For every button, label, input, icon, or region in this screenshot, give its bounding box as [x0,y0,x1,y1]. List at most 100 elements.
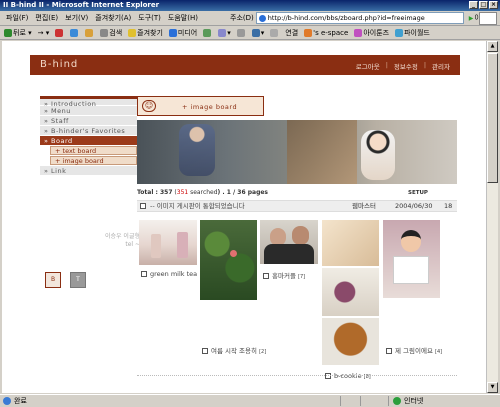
menu-help[interactable]: 도움말(H) [168,13,198,23]
ie-page-icon [258,15,266,22]
menu-view[interactable]: 보기(V) [65,13,88,23]
divider [137,375,457,376]
notice-author[interactable]: 웹마스터 [352,201,376,212]
scroll-thumb[interactable] [487,53,498,183]
scroll-down-icon[interactable]: ▼ [487,382,498,393]
search-button[interactable]: 검색 [100,28,122,38]
post-thumbnail-1[interactable] [139,220,197,265]
sidebar-item-introduction[interactable]: » Introduction [40,96,137,108]
divider [340,396,341,406]
link-itunes[interactable]: 아이툰즈 [354,28,389,38]
sidebar-item-board[interactable]: » Board [40,136,137,146]
post-thumbnail-4[interactable] [322,220,379,365]
divider [360,396,361,406]
banner-child-left [179,124,215,176]
post-checkbox[interactable] [202,348,208,354]
girl-head [401,230,421,252]
links-label: 연결 [285,28,299,37]
post-caption-1[interactable]: green milk tea [141,270,197,278]
post-caption-4[interactable]: b-cookie [8] [325,372,371,380]
board-title-tab: ☺ + image board [137,96,264,116]
home-icon[interactable] [85,28,94,37]
star-icon [128,28,137,37]
window-titlebar: II B-hind II - Microsoft Internet Explor… [0,0,500,11]
drawing-paper [393,256,429,284]
post-checkbox[interactable] [141,271,147,277]
b-button[interactable]: B [45,272,61,288]
media-button[interactable]: 미디어 [168,28,197,38]
scroll-up-icon[interactable]: ▲ [487,41,498,52]
person-right [292,226,309,245]
post-thumbnail-2[interactable] [200,220,257,300]
address-url: http://b-hind.com/bbs/zboard.php?id=free… [267,14,425,22]
link-espace[interactable]: 's e-space [304,28,348,37]
post-caption-5[interactable]: 제 그림이에요 [4] [386,345,442,355]
sidebar-item-link[interactable]: » Link [40,166,137,176]
internet-zone-icon [393,397,401,405]
address-label: 주소(D) [230,14,254,22]
mail-icon[interactable]: ▾ [218,28,231,37]
post-checkbox[interactable] [386,348,392,354]
windows-logo-icon [479,12,497,25]
print-icon[interactable] [236,28,246,37]
post-checkbox[interactable] [263,273,269,279]
site-logo[interactable]: B-hind [40,59,78,70]
sidebar-subitem-image-board[interactable]: + image board [50,156,137,165]
food-photo-1 [322,220,379,266]
post-caption-2[interactable]: 여름 시작 조용히 [2] [202,345,266,355]
notice-checkbox[interactable] [140,203,146,209]
history-icon[interactable] [203,28,212,37]
sidebar: » Introduction » Menu » Staff » B-hinder… [40,96,137,176]
minimize-button[interactable]: _ [469,1,478,9]
contact-line-2: tel ~ [125,241,140,248]
page-viewport: B-hind 로그아웃 | 정보수정 | 관리자 » Introduction … [2,41,486,393]
banner-child-right [361,130,395,180]
setup-link[interactable]: SETUP [408,190,428,196]
menu-edit[interactable]: 편집(E) [35,13,58,23]
edit-icon[interactable]: ▾ [251,28,264,37]
page-done-icon [3,397,11,405]
stop-icon[interactable] [55,28,64,37]
maximize-button[interactable]: □ [479,1,488,9]
logout-link[interactable]: 로그아웃 [356,61,380,71]
menu-tools[interactable]: 도구(T) [138,13,161,23]
board-title: + image board [182,103,238,111]
banner-image [137,120,457,184]
notice-hits: 18 [444,202,453,210]
menu-bar: 파일(F) 편집(E) 보기(V) 즐겨찾기(A) 도구(T) 도움말(H) 주… [0,11,500,26]
post-thumbnail-5[interactable] [383,220,440,298]
divider: | [385,61,388,69]
back-arrow-icon [4,28,12,37]
post-checkbox[interactable] [325,373,331,379]
refresh-icon[interactable] [70,28,79,37]
notice-subject[interactable]: -- 이미지 게시판이 통합되었습니다 [150,201,245,212]
edit-profile-link[interactable]: 정보수정 [394,61,418,71]
contact-info: 이승우 이글형 tel ~ [84,233,140,249]
t-button[interactable]: T [70,272,86,288]
notice-date: 2004/06/30 [395,202,433,210]
back-button[interactable]: 뒤로 ▾ [4,28,32,38]
tea-glass [177,232,188,258]
divider: | [423,61,427,69]
contact-line-1: 이승우 이글형 [104,233,140,240]
admin-link[interactable]: 관리자 [432,61,450,71]
search-icon [100,28,109,37]
sidebar-item-staff[interactable]: » Staff [40,116,137,126]
menu-file[interactable]: 파일(F) [6,13,28,23]
total-count: Total : 357 (351 searched) . 1 / 36 page… [137,189,269,196]
post-thumbnail-3[interactable] [260,220,318,264]
vertical-scrollbar[interactable]: ▲ ▼ [486,41,498,393]
sidebar-item-favorites[interactable]: » B-hinder's Favorites [40,126,137,136]
favorites-button[interactable]: 즐겨찾기 [128,28,163,38]
discuss-icon[interactable] [270,28,279,37]
post-caption-3[interactable]: 홍마커플 [7] [263,270,305,280]
sidebar-subitem-text-board[interactable]: + text board [50,146,137,155]
link-paiworld[interactable]: 파이월드 [395,28,430,38]
menu-favorites[interactable]: 즐겨찾기(A) [95,13,131,23]
close-button[interactable]: × [489,1,498,9]
address-input[interactable]: http://b-hind.com/bbs/zboard.php?id=free… [255,12,464,24]
notice-row[interactable]: -- 이미지 게시판이 통합되었습니다 웹마스터 2004/06/30 18 [137,200,457,212]
divider [388,396,389,406]
forward-button[interactable]: → ▾ [38,29,50,37]
status-text: 완료 [14,397,27,405]
